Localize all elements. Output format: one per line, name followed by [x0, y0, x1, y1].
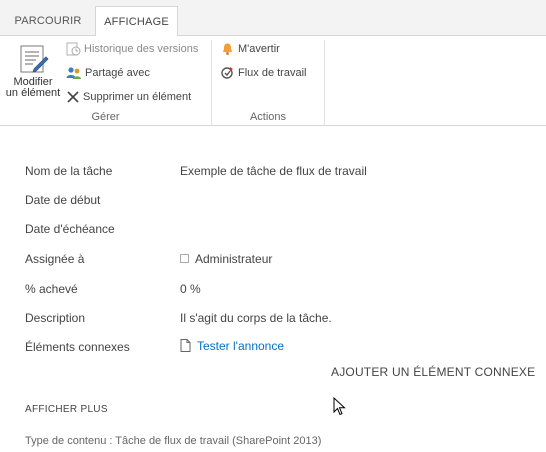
delete-x-icon	[67, 91, 79, 103]
delete-item-label: Supprimer un élément	[83, 91, 192, 103]
workflow-icon	[221, 67, 233, 79]
content-type-text: Type de contenu : Tâche de flux de trava…	[25, 435, 322, 447]
field-label-related-items: Éléments connexes	[25, 340, 130, 354]
tab-affichage[interactable]: AFFICHAGE	[95, 6, 178, 37]
alert-me-button[interactable]: M'avertir	[220, 39, 280, 59]
edit-item-label-line2: un élément	[5, 87, 61, 99]
version-history-label: Historique des versions	[84, 43, 199, 55]
field-label-due-date: Date d'échéance	[25, 222, 115, 236]
field-label-task-name: Nom de la tâche	[25, 164, 113, 178]
tab-parcourir[interactable]: PARCOURIR	[8, 6, 88, 36]
ribbon-group-divider	[324, 40, 325, 126]
edit-item-label-line1: Modifier	[13, 76, 53, 88]
history-icon	[66, 42, 81, 56]
workflows-label: Flux de travail	[238, 67, 307, 79]
field-value-task-name: Exemple de tâche de flux de travail	[180, 164, 367, 178]
field-value-description: Il s'agit du corps de la tâche.	[180, 311, 332, 325]
field-label-description: Description	[25, 311, 86, 325]
presence-checkbox[interactable]	[180, 254, 189, 263]
document-icon	[180, 339, 191, 352]
edit-form-icon	[20, 45, 49, 73]
related-item-link[interactable]: Tester l'annonce	[197, 339, 284, 353]
workflows-button[interactable]: Flux de travail	[220, 63, 306, 83]
shared-with-button[interactable]: Partagé avec	[66, 63, 150, 83]
people-icon	[66, 67, 81, 79]
mouse-pointer-icon	[333, 397, 346, 416]
field-label-assigned-to: Assignée à	[25, 252, 85, 266]
field-label-start-date: Date de début	[25, 193, 101, 207]
version-history-button[interactable]: Historique des versions	[66, 39, 198, 59]
ribbon-tab-bar: PARCOURIR AFFICHAGE	[0, 0, 546, 37]
group-label-actions: Actions	[249, 111, 287, 123]
add-related-item-link[interactable]: AJOUTER UN ÉLÉMENT CONNEXE	[331, 365, 535, 379]
field-value-related-items: Tester l'annonce	[180, 339, 284, 353]
group-label-manage: Gérer	[91, 111, 120, 123]
assigned-user-name[interactable]: Administrateur	[195, 252, 272, 266]
delete-item-button[interactable]: Supprimer un élément	[66, 87, 191, 107]
alert-me-label: M'avertir	[238, 43, 280, 55]
field-value-assigned-to: Administrateur	[180, 252, 272, 266]
bell-icon	[223, 43, 232, 55]
ribbon: Modifier un élément Historique des versi…	[0, 36, 546, 126]
show-more-link[interactable]: AFFICHER PLUS	[25, 404, 108, 415]
shared-with-label: Partagé avec	[85, 67, 150, 79]
field-label-percent-complete: % achevé	[25, 282, 78, 296]
edit-item-button[interactable]: Modifier un élément	[4, 40, 62, 102]
field-value-percent-complete: 0 %	[180, 282, 201, 296]
